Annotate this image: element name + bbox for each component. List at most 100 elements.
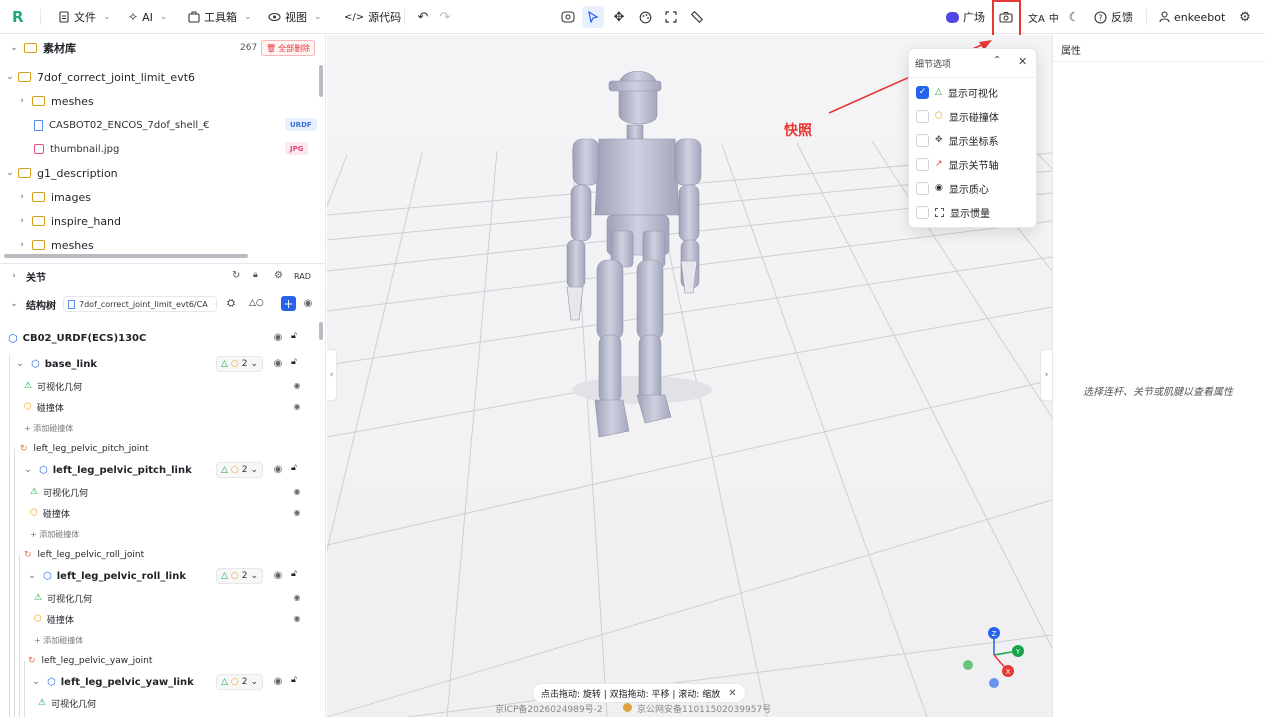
icp-footer-link[interactable]: 京ICP备2026024989号-2	[495, 702, 603, 715]
tree-link-node[interactable]: ⌄ ⬡ left_leg_pelvic_pitch_link	[22, 459, 192, 481]
eye-icon[interactable]: ◉	[291, 508, 303, 520]
joints-header[interactable]: › 关节	[8, 265, 46, 287]
asset-file[interactable]: thumbnail.jpg	[34, 138, 119, 160]
theme-toggle[interactable]: ☾	[1063, 6, 1085, 28]
asset-folder[interactable]: › images	[16, 186, 91, 208]
tree-link-node[interactable]: ⌄ ⬡ base_link	[14, 353, 97, 375]
eye-icon[interactable]: ◉	[272, 570, 284, 582]
add-collision-button[interactable]: + 添加碰撞体	[30, 523, 79, 545]
checkbox-checked[interactable]: ✓	[916, 85, 929, 99]
tree-collision-node[interactable]: ⬡ 碰撞体	[30, 502, 70, 524]
tree-visual-node[interactable]: ⚠ 可视化几何	[30, 481, 88, 503]
collapse-popup-button[interactable]: ⌃	[993, 55, 1001, 66]
feedback-button[interactable]: ? 反馈	[1094, 6, 1133, 28]
lock-icon[interactable]: 🔓︎	[291, 569, 303, 581]
view-menu[interactable]: 视图 ⌄	[268, 6, 322, 28]
collapse-right-panel-handle[interactable]: ›	[1040, 349, 1052, 401]
eye-icon[interactable]: ◉	[272, 676, 284, 688]
lock-icon[interactable]: 🔓︎	[291, 331, 303, 343]
asset-folder[interactable]: › meshes	[16, 234, 94, 256]
focus-view-button[interactable]	[557, 6, 579, 28]
measure-tool-button[interactable]	[686, 6, 708, 28]
tree-v-scrollbar[interactable]	[319, 322, 323, 340]
asset-folder[interactable]: › meshes	[16, 90, 94, 112]
eye-icon[interactable]: ◉	[291, 614, 303, 626]
police-footer-link[interactable]: 京公网安备11011502039957号	[637, 702, 771, 715]
option-show-collision[interactable]: ⬡ 显示碰撞体	[916, 107, 999, 125]
language-toggle[interactable]: 文A 中	[1028, 6, 1059, 28]
gear-icon[interactable]: ⚙	[274, 270, 283, 281]
asset-folder[interactable]: ⌄ 7dof_correct_joint_limit_evt6	[4, 66, 195, 88]
hierarchy-icon[interactable]: ⛭	[227, 298, 235, 309]
asset-file[interactable]: CASBOT02_ENCOS_7dof_shell_€	[34, 114, 210, 136]
delete-all-button[interactable]: 🗑 全部删除	[261, 40, 316, 56]
lock-icon[interactable]: 🔒︎	[253, 270, 258, 280]
assets-v-scrollbar[interactable]	[319, 65, 323, 97]
option-show-frames[interactable]: ✥ 显示坐标系	[916, 131, 999, 149]
geometry-count-pill[interactable]: △ ○ 2 ⌄	[216, 356, 264, 372]
eye-icon[interactable]: ◉	[302, 298, 314, 310]
structure-header[interactable]: ⌄ 结构树	[8, 293, 56, 315]
toolbox-menu[interactable]: 工具箱 ⌄	[188, 6, 252, 28]
checkbox[interactable]	[916, 109, 929, 123]
geometry-count-pill[interactable]: △ ○ 2 ⌄	[216, 462, 264, 478]
fullscreen-button[interactable]	[660, 6, 682, 28]
eye-icon[interactable]: ◉	[272, 464, 284, 476]
eye-icon[interactable]: ◉	[291, 402, 303, 414]
option-show-joint-axes[interactable]: ↗ 显示关节轴	[916, 155, 999, 173]
close-popup-button[interactable]: ✕	[1018, 55, 1027, 68]
eye-icon[interactable]: ◉	[291, 487, 303, 499]
add-collision-button[interactable]: + 添加碰撞体	[34, 629, 83, 651]
add-node-button[interactable]: +	[281, 296, 296, 311]
undo-button[interactable]: ↶	[412, 6, 434, 28]
file-menu[interactable]: 文件 ⌄	[58, 6, 111, 28]
tree-root[interactable]: ⬡ CB02_URDF(ECS)130C	[8, 327, 146, 349]
redo-button[interactable]: ↷	[434, 6, 456, 28]
eye-icon[interactable]: ◉	[272, 358, 284, 370]
tree-joint-node[interactable]: ↻ left_leg_pelvic_roll_joint	[24, 544, 144, 566]
lock-icon[interactable]: 🔓︎	[291, 463, 303, 475]
tree-visual-node[interactable]: ⚠ 可视化几何	[38, 692, 96, 714]
option-show-inertia[interactable]: 显示惯量	[916, 203, 990, 221]
geometry-count-pill[interactable]: △ ○ 2 ⌄	[216, 674, 264, 690]
select-tool-button[interactable]	[582, 6, 604, 28]
move-tool-button[interactable]: ✥	[608, 6, 630, 28]
source-code-button[interactable]: </> 源代码	[344, 6, 401, 28]
tree-visual-node[interactable]: ⚠ 可视化几何	[34, 587, 92, 609]
asset-folder[interactable]: ⌄ g1_description	[4, 162, 117, 184]
tree-joint-node[interactable]: ↻ left_leg_pelvic_yaw_joint	[28, 650, 152, 672]
reset-icon[interactable]: ↻	[232, 270, 240, 281]
eye-icon[interactable]: ◉	[291, 381, 303, 393]
geometry-count-pill[interactable]: △ ○ 2 ⌄	[216, 568, 264, 584]
tree-joint-node[interactable]: ↻ left_leg_pelvic_pitch_joint	[20, 438, 149, 460]
app-logo[interactable]: R	[12, 8, 28, 26]
plaza-link[interactable]: 广场	[946, 6, 985, 28]
lock-icon[interactable]: 🔓︎	[291, 357, 303, 369]
tree-visual-node[interactable]: ⚠ 可视化几何	[24, 375, 82, 397]
checkbox[interactable]	[916, 181, 929, 195]
collapse-left-panel-handle[interactable]: ‹	[327, 349, 337, 401]
tree-collision-node[interactable]: ⬡ 碰撞体	[34, 608, 74, 630]
checkbox[interactable]	[916, 157, 929, 171]
tree-link-node[interactable]: ⌄ ⬡ left_leg_pelvic_roll_link	[26, 565, 186, 587]
user-menu[interactable]: enkeebot	[1159, 6, 1225, 28]
structure-file-chip[interactable]: 7dof_correct_joint_limit_evt6/CA	[63, 296, 217, 312]
rad-toggle[interactable]: RAD	[294, 272, 311, 281]
lock-icon[interactable]: 🔓︎	[291, 675, 303, 687]
checkbox[interactable]	[916, 205, 929, 219]
material-tool-button[interactable]	[634, 6, 656, 28]
ai-menu[interactable]: ✧ AI ⌄	[128, 6, 167, 28]
checkbox[interactable]	[916, 133, 929, 147]
asset-folder[interactable]: › inspire_hand	[16, 210, 121, 232]
eye-icon[interactable]: ◉	[272, 332, 284, 344]
option-show-center-of-mass[interactable]: ◉ 显示质心	[916, 179, 989, 197]
option-show-visual[interactable]: ✓ △ 显示可视化	[916, 83, 998, 101]
tree-link-node[interactable]: ⌄ ⬡ left_leg_pelvic_yaw_link	[30, 671, 194, 693]
filter-shapes-icon[interactable]: △○	[249, 298, 264, 308]
close-hint-button[interactable]: ✕	[728, 688, 736, 699]
add-collision-button[interactable]: + 添加碰撞体	[24, 417, 73, 439]
assets-h-scrollbar[interactable]	[4, 254, 248, 258]
axis-gizmo[interactable]: Z Y X	[960, 627, 1030, 697]
settings-button[interactable]: ⚙	[1234, 6, 1256, 28]
eye-icon[interactable]: ◉	[291, 593, 303, 605]
